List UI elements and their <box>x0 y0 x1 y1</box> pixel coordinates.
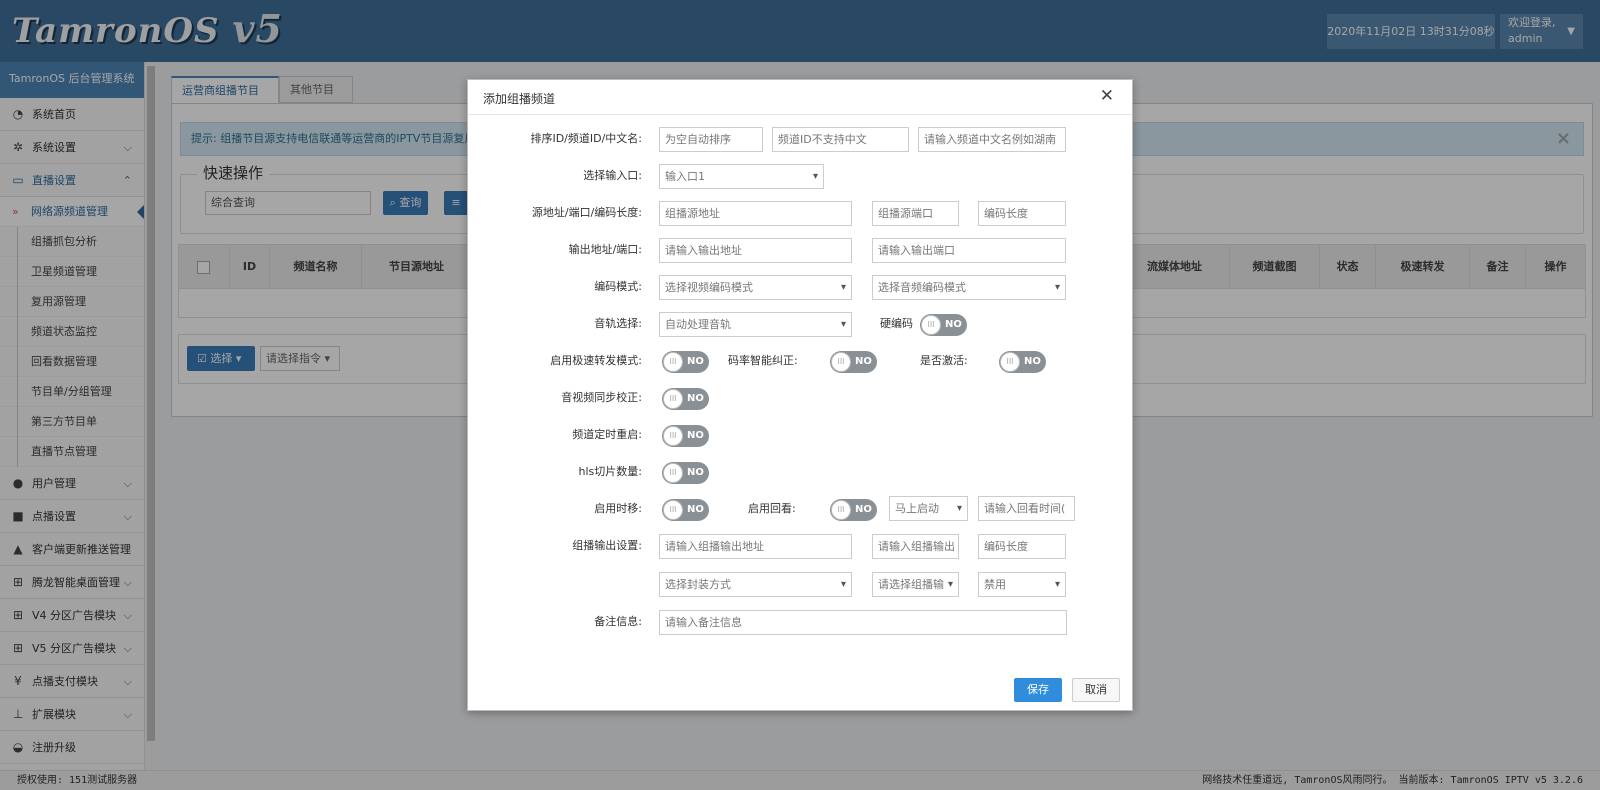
mc-out-port-input[interactable]: 请输入组播输出 <box>872 534 959 559</box>
label-timeshift: 启用时移: <box>594 502 642 515</box>
toggle-state: NO <box>1024 356 1041 367</box>
toggle-knob: III <box>663 463 683 483</box>
playback-toggle[interactable]: III NO <box>830 499 877 521</box>
toggle-state: NO <box>945 319 962 330</box>
toggle-state: NO <box>687 504 704 515</box>
toggle-knob: III <box>663 352 683 372</box>
source-port-input[interactable]: 组播源端口 <box>872 201 959 226</box>
label-audio-track: 音轨选择: <box>594 317 642 330</box>
add-multicast-channel-dialog: 添加组播频道 ✕ 排序ID/频道ID/中文名: 为空自动排序 频道ID不支持中文… <box>467 79 1133 711</box>
channel-name-input[interactable]: 请输入频道中文名例如湖南 <box>918 127 1066 152</box>
fast-forward-toggle[interactable]: III NO <box>662 351 709 373</box>
label-hard-codec: 硬编码 <box>880 317 913 330</box>
encapsulation-select[interactable]: 选择封装方式 <box>659 572 852 597</box>
enable-state-select[interactable]: 禁用 <box>978 572 1066 597</box>
label-remark: 备注信息: <box>594 615 642 628</box>
av-sync-toggle[interactable]: III NO <box>662 388 709 410</box>
activate-toggle[interactable]: III NO <box>999 351 1046 373</box>
playback-start-select[interactable]: 马上启动 <box>889 496 968 521</box>
channel-id-input[interactable]: 频道ID不支持中文 <box>772 127 909 152</box>
label-source: 源地址/端口/编码长度: <box>531 206 642 219</box>
toggle-knob: III <box>663 389 683 409</box>
timed-restart-toggle[interactable]: III NO <box>662 425 709 447</box>
sort-id-input[interactable]: 为空自动排序 <box>659 127 763 152</box>
label-av-sync: 音视频同步校正: <box>561 391 642 404</box>
save-button[interactable]: 保存 <box>1014 678 1062 702</box>
cancel-button[interactable]: 取消 <box>1072 678 1120 702</box>
audio-codec-select[interactable]: 选择音频编码模式 <box>872 275 1066 300</box>
toggle-state: NO <box>687 430 704 441</box>
toggle-knob: III <box>831 352 851 372</box>
toggle-state: NO <box>855 504 872 515</box>
label-codec-mode: 编码模式: <box>594 280 642 293</box>
video-codec-select[interactable]: 选择视频编码模式 <box>659 275 852 300</box>
source-codelen-input[interactable]: 编码长度 <box>978 201 1066 226</box>
output-port-input[interactable]: 请输入输出端口 <box>872 238 1066 263</box>
dialog-title: 添加组播频道 <box>483 92 556 106</box>
label-hls-count: hls切片数量: <box>578 465 642 478</box>
label-output: 输出地址/端口: <box>568 243 642 256</box>
label-multicast-out: 组播输出设置: <box>572 539 642 552</box>
toggle-knob: III <box>1000 352 1020 372</box>
toggle-state: NO <box>687 467 704 478</box>
label-input-port: 选择输入口: <box>583 169 642 182</box>
toggle-knob: III <box>663 500 683 520</box>
label-sort-id: 排序ID/频道ID/中文名: <box>530 132 642 145</box>
multicast-select[interactable]: 请选择组播输 <box>872 572 959 597</box>
source-address-input[interactable]: 组播源地址 <box>659 201 852 226</box>
toggle-knob: III <box>663 426 683 446</box>
input-port-select[interactable]: 输入口1 <box>659 164 824 189</box>
toggle-state: NO <box>687 356 704 367</box>
close-icon[interactable]: ✕ <box>1100 86 1114 106</box>
hls-count-toggle[interactable]: III NO <box>662 462 709 484</box>
label-bitrate-fix: 码率智能纠正: <box>728 354 798 367</box>
toggle-knob: III <box>921 315 941 335</box>
label-playback: 启用回看: <box>748 502 796 515</box>
label-fast-forward: 启用极速转发模式: <box>550 354 642 367</box>
timeshift-toggle[interactable]: III NO <box>662 499 709 521</box>
output-address-input[interactable]: 请输入输出地址 <box>659 238 852 263</box>
label-activate: 是否激活: <box>920 354 968 367</box>
toggle-knob: III <box>831 500 851 520</box>
remark-input[interactable]: 请输入备注信息 <box>659 610 1067 635</box>
playback-time-input[interactable]: 请输入回看时间( <box>978 496 1075 521</box>
mc-codelen-input[interactable]: 编码长度 <box>978 534 1066 559</box>
bitrate-fix-toggle[interactable]: III NO <box>830 351 877 373</box>
hard-codec-toggle[interactable]: III NO <box>920 314 967 336</box>
label-timed-restart: 频道定时重启: <box>572 428 642 441</box>
mc-out-address-input[interactable]: 请输入组播输出地址 <box>659 534 852 559</box>
toggle-state: NO <box>687 393 704 404</box>
toggle-state: NO <box>855 356 872 367</box>
audio-track-select[interactable]: 自动处理音轨 <box>659 312 852 337</box>
